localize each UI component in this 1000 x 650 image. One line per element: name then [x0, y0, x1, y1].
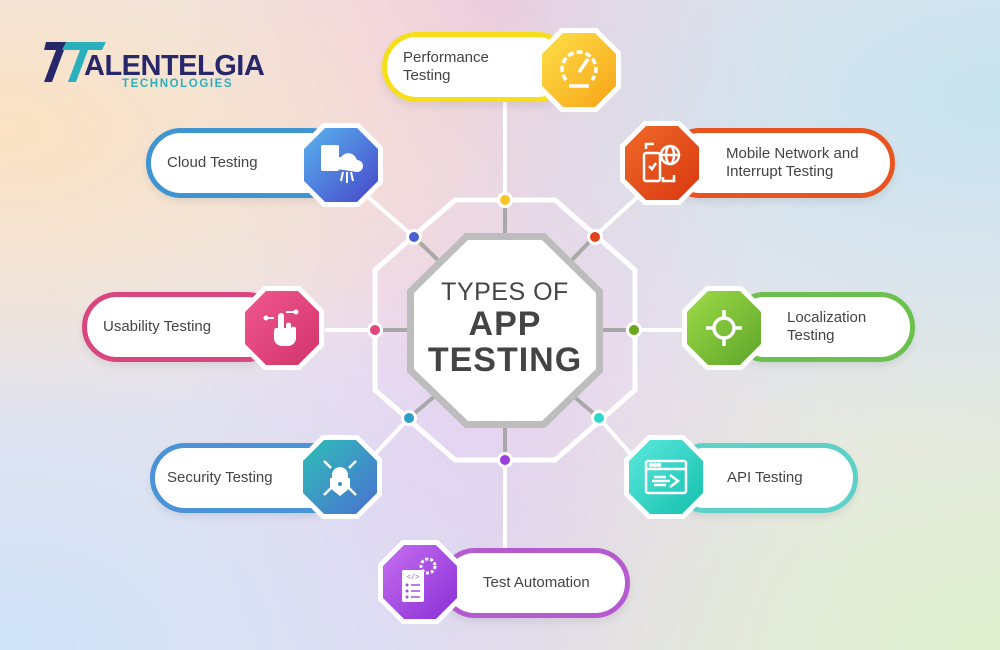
dot-localization: [629, 325, 639, 335]
title-line-2: APP: [468, 305, 542, 343]
company-logo: ALENTELGIA TECHNOLOGIES: [44, 40, 265, 92]
title-line-1: TYPES OF: [441, 278, 569, 306]
item-label: Usability Testing: [103, 318, 212, 335]
mobile-network-badge: [620, 121, 704, 205]
api-badge: [624, 435, 708, 519]
item-label: API Testing: [727, 469, 803, 486]
security-badge: [298, 435, 382, 519]
dot-mobile-network: [590, 232, 600, 242]
dot-performance: [500, 195, 510, 205]
usability-badge: [240, 286, 324, 370]
test-automation-badge: </>: [378, 540, 462, 624]
item-label: Security Testing: [167, 469, 273, 486]
item-label: Test Automation: [483, 574, 590, 591]
dot-security: [404, 413, 414, 423]
item-test-automation[interactable]: Test Automation: [440, 548, 630, 618]
dot-test-automation: [500, 455, 510, 465]
item-label: Localization Testing: [787, 309, 867, 344]
localization-badge: [682, 286, 766, 370]
dot-cloud: [409, 232, 419, 242]
item-label: Cloud Testing: [167, 154, 258, 171]
item-label: Mobile Network and Interrupt Testing: [726, 145, 859, 180]
center-title: TYPES OF APP TESTING: [405, 278, 605, 378]
svg-text:</>: </>: [407, 574, 420, 582]
performance-badge: [537, 28, 621, 112]
dot-api: [594, 413, 604, 423]
dot-usability: [370, 325, 380, 335]
cloud-badge: [299, 123, 383, 207]
item-label: Performance Testing: [403, 49, 489, 84]
title-line-3: TESTING: [427, 341, 583, 379]
logo-subtitle: TECHNOLOGIES: [122, 78, 234, 90]
